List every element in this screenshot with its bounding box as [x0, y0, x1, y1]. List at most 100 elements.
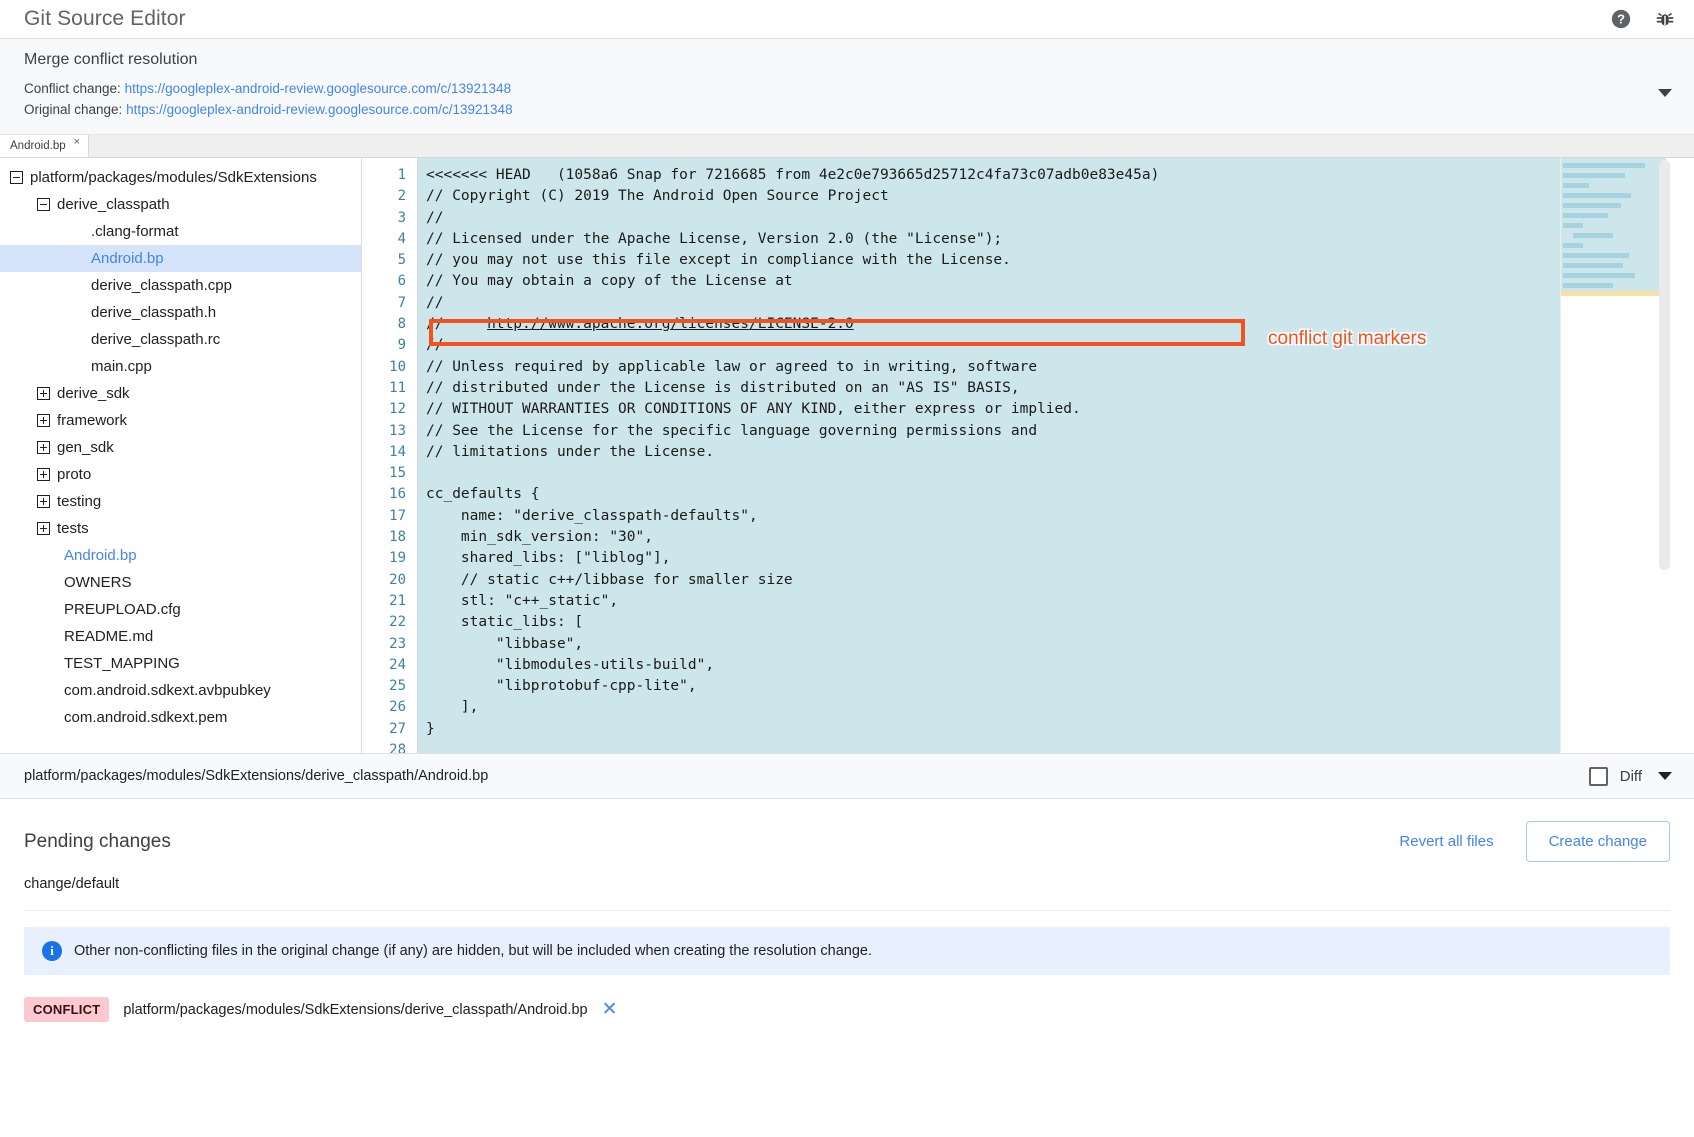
original-change-link[interactable]: https://googleplex-android-review.google…: [126, 102, 513, 117]
tree-item[interactable]: derive_classpath.cpp: [0, 272, 361, 299]
tree-item[interactable]: tests: [0, 515, 361, 542]
line-number: 16: [362, 484, 406, 505]
code-line: // Licensed under the Apache License, Ve…: [426, 229, 1574, 250]
tree-item[interactable]: README.md: [0, 623, 361, 650]
license-url-link[interactable]: http://www.apache.org/licenses/LICENSE-2…: [487, 316, 854, 332]
bug-icon[interactable]: [1654, 8, 1676, 30]
tree-item[interactable]: com.android.sdkext.pem: [0, 704, 361, 731]
line-number: 13: [362, 421, 406, 442]
code-editor[interactable]: <<<<<<< HEAD (1058a6 Snap for 7216685 fr…: [418, 158, 1574, 753]
tree-item-label: tests: [57, 520, 89, 537]
code-line: [426, 740, 1574, 753]
revert-all-files-button[interactable]: Revert all files: [1385, 825, 1507, 858]
minimap-line: [1563, 213, 1608, 218]
tree-item[interactable]: Android.bp: [0, 542, 361, 569]
code-line: }: [426, 719, 1574, 740]
line-number: 17: [362, 506, 406, 527]
code-minimap[interactable]: [1560, 158, 1672, 753]
tree-item-label: derive_classpath.h: [91, 304, 216, 321]
tree-item[interactable]: .clang-format: [0, 218, 361, 245]
tree-item-label: PREUPLOAD.cfg: [64, 601, 181, 618]
merge-header-title: Merge conflict resolution: [24, 51, 1670, 69]
code-line: // WITHOUT WARRANTIES OR CONDITIONS OF A…: [426, 399, 1574, 420]
tree-item[interactable]: Android.bp: [0, 245, 361, 272]
close-icon[interactable]: ✕: [602, 1000, 618, 1019]
line-number: 28: [362, 740, 406, 753]
line-number: 8: [362, 314, 406, 335]
code-line: // limitations under the License.: [426, 442, 1574, 463]
pending-changes-header: Pending changes Revert all files Create …: [24, 821, 1670, 862]
line-number: 27: [362, 719, 406, 740]
tree-item[interactable]: testing: [0, 488, 361, 515]
diff-toggle-group[interactable]: Diff: [1589, 767, 1672, 786]
code-line: // you may not use this file except in c…: [426, 250, 1574, 271]
tree-item[interactable]: proto: [0, 461, 361, 488]
tree-item[interactable]: derive_sdk: [0, 380, 361, 407]
minimap-line: [1563, 243, 1583, 248]
original-change-row: Original change: https://googleplex-andr…: [24, 99, 1670, 120]
expand-icon[interactable]: [37, 387, 50, 400]
minimap-line: [1563, 203, 1621, 208]
minimap-line: [1563, 253, 1629, 258]
conflict-file-row: CONFLICT platform/packages/modules/SdkEx…: [24, 997, 1670, 1022]
minimap-line: [1563, 223, 1583, 228]
tree-item[interactable]: OWNERS: [0, 569, 361, 596]
file-tree[interactable]: platform/packages/modules/SdkExtensionsd…: [0, 158, 362, 753]
minimap-line: [1563, 183, 1589, 188]
line-number: 22: [362, 612, 406, 633]
tree-item[interactable]: derive_classpath.h: [0, 299, 361, 326]
code-line: // static c++/libbase for smaller size: [426, 570, 1574, 591]
diff-checkbox[interactable]: [1589, 767, 1608, 786]
minimap-line: [1563, 263, 1623, 268]
page-title: Git Source Editor: [24, 7, 1610, 31]
pending-changes-section: Pending changes Revert all files Create …: [0, 799, 1694, 1022]
code-line: cc_defaults {: [426, 484, 1574, 505]
expand-icon[interactable]: [37, 468, 50, 481]
status-badge: CONFLICT: [24, 997, 109, 1022]
original-change-label: Original change:: [24, 102, 122, 117]
diff-options-chevron-down-icon[interactable]: [1658, 772, 1672, 780]
expand-icon[interactable]: [37, 414, 50, 427]
code-pane: 1234567891011121314151617181920212223242…: [362, 158, 1694, 753]
code-line: static_libs: [: [426, 612, 1574, 633]
tree-item[interactable]: main.cpp: [0, 353, 361, 380]
tree-item[interactable]: derive_classpath: [0, 191, 361, 218]
code-line: stl: "c++_static",: [426, 591, 1574, 612]
code-line: shared_libs: ["liblog"],: [426, 548, 1574, 569]
line-number: 1: [362, 165, 406, 186]
line-number: 6: [362, 271, 406, 292]
minimap-line: [1563, 273, 1635, 278]
tree-item-label: Android.bp: [64, 547, 137, 564]
chevron-down-icon[interactable]: [1658, 89, 1672, 97]
line-number: 3: [362, 208, 406, 229]
code-line: // Copyright (C) 2019 The Android Open S…: [426, 186, 1574, 207]
close-icon[interactable]: ×: [74, 137, 80, 148]
line-number: 12: [362, 399, 406, 420]
tree-item[interactable]: TEST_MAPPING: [0, 650, 361, 677]
expand-icon[interactable]: [37, 522, 50, 535]
code-line: [426, 463, 1574, 484]
tree-item[interactable]: com.android.sdkext.avbpubkey: [0, 677, 361, 704]
create-change-button[interactable]: Create change: [1526, 821, 1670, 862]
file-path-bar: platform/packages/modules/SdkExtensions/…: [0, 753, 1694, 799]
collapse-icon[interactable]: [37, 198, 50, 211]
code-line: ],: [426, 697, 1574, 718]
tree-item-label: OWNERS: [64, 574, 132, 591]
help-icon[interactable]: ?: [1610, 8, 1632, 30]
tree-item[interactable]: framework: [0, 407, 361, 434]
line-number: 20: [362, 570, 406, 591]
tree-item[interactable]: platform/packages/modules/SdkExtensions: [0, 164, 361, 191]
expand-icon[interactable]: [37, 441, 50, 454]
collapse-icon[interactable]: [10, 171, 23, 184]
tab-android-bp[interactable]: Android.bp ×: [0, 134, 89, 157]
tree-item[interactable]: gen_sdk: [0, 434, 361, 461]
svg-text:?: ?: [1617, 12, 1625, 27]
conflict-change-link[interactable]: https://googleplex-android-review.google…: [125, 81, 512, 96]
vertical-scrollbar[interactable]: [1659, 160, 1670, 570]
line-number: 24: [362, 655, 406, 676]
code-line: // Unless required by applicable law or …: [426, 357, 1574, 378]
tree-item[interactable]: PREUPLOAD.cfg: [0, 596, 361, 623]
expand-icon[interactable]: [37, 495, 50, 508]
tree-item-label: testing: [57, 493, 101, 510]
tree-item[interactable]: derive_classpath.rc: [0, 326, 361, 353]
